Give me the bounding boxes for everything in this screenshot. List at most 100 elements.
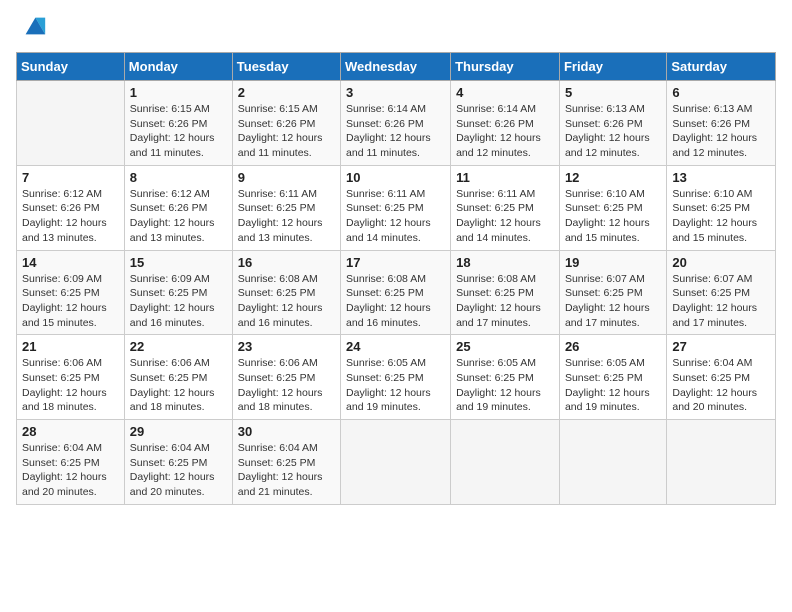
calendar-cell: 1 Sunrise: 6:15 AM Sunset: 6:26 PM Daylig… bbox=[124, 81, 232, 166]
calendar-cell: 10Sunrise: 6:11 AM Sunset: 6:25 PM Dayli… bbox=[341, 165, 451, 250]
day-info: Sunrise: 6:08 AM Sunset: 6:25 PM Dayligh… bbox=[346, 272, 445, 331]
day-info: Sunrise: 6:08 AM Sunset: 6:25 PM Dayligh… bbox=[456, 272, 554, 331]
day-number: 1 bbox=[130, 85, 227, 100]
calendar-cell: 24 Sunrise: 6:05 AM Sunset: 6:25 PM Dayli… bbox=[341, 335, 451, 420]
calendar-week-3: 14 Sunrise: 6:09 AM Sunset: 6:25 PM Dayli… bbox=[17, 250, 776, 335]
day-number: 29 bbox=[130, 424, 227, 439]
day-info: Sunrise: 6:08 AM Sunset: 6:25 PM Dayligh… bbox=[238, 272, 335, 331]
calendar-cell: 22 Sunrise: 6:06 AM Sunset: 6:25 PM Dayli… bbox=[124, 335, 232, 420]
day-info: Sunrise: 6:05 AM Sunset: 6:25 PM Dayligh… bbox=[456, 356, 554, 415]
calendar-cell: 15 Sunrise: 6:09 AM Sunset: 6:25 PM Dayli… bbox=[124, 250, 232, 335]
day-number: 4 bbox=[456, 85, 554, 100]
day-number: 3 bbox=[346, 85, 445, 100]
day-number: 24 bbox=[346, 339, 445, 354]
calendar-cell: 11 Sunrise: 6:11 AM Sunset: 6:25 PM Dayli… bbox=[451, 165, 560, 250]
day-info: Sunrise: 6:06 AM Sunset: 6:25 PM Dayligh… bbox=[22, 356, 119, 415]
day-number: 15 bbox=[130, 255, 227, 270]
day-info: Sunrise: 6:15 AM Sunset: 6:26 PM Dayligh… bbox=[130, 102, 227, 161]
day-number: 10 bbox=[346, 170, 445, 185]
calendar-cell: 5Sunrise: 6:13 AM Sunset: 6:26 PM Daylig… bbox=[559, 81, 666, 166]
header-monday: Monday bbox=[124, 53, 232, 81]
calendar-cell: 28Sunrise: 6:04 AM Sunset: 6:25 PM Dayli… bbox=[17, 420, 125, 505]
day-info: Sunrise: 6:10 AM Sunset: 6:25 PM Dayligh… bbox=[672, 187, 770, 246]
calendar-cell bbox=[341, 420, 451, 505]
day-number: 14 bbox=[22, 255, 119, 270]
day-info: Sunrise: 6:14 AM Sunset: 6:26 PM Dayligh… bbox=[346, 102, 445, 161]
logo bbox=[16, 16, 48, 40]
header-friday: Friday bbox=[559, 53, 666, 81]
day-number: 11 bbox=[456, 170, 554, 185]
calendar-cell: 30 Sunrise: 6:04 AM Sunset: 6:25 PM Dayli… bbox=[232, 420, 340, 505]
day-info: Sunrise: 6:07 AM Sunset: 6:25 PM Dayligh… bbox=[565, 272, 661, 331]
day-number: 9 bbox=[238, 170, 335, 185]
day-number: 7 bbox=[22, 170, 119, 185]
day-info: Sunrise: 6:11 AM Sunset: 6:25 PM Dayligh… bbox=[456, 187, 554, 246]
calendar-cell: 6 Sunrise: 6:13 AM Sunset: 6:26 PM Daylig… bbox=[667, 81, 776, 166]
day-number: 20 bbox=[672, 255, 770, 270]
calendar-cell: 18 Sunrise: 6:08 AM Sunset: 6:25 PM Dayli… bbox=[451, 250, 560, 335]
calendar-cell bbox=[17, 81, 125, 166]
day-number: 12 bbox=[565, 170, 661, 185]
day-info: Sunrise: 6:09 AM Sunset: 6:25 PM Dayligh… bbox=[22, 272, 119, 331]
day-number: 16 bbox=[238, 255, 335, 270]
calendar-cell: 9Sunrise: 6:11 AM Sunset: 6:25 PM Daylig… bbox=[232, 165, 340, 250]
calendar-header-row: SundayMondayTuesdayWednesdayThursdayFrid… bbox=[17, 53, 776, 81]
calendar-cell: 26Sunrise: 6:05 AM Sunset: 6:25 PM Dayli… bbox=[559, 335, 666, 420]
day-number: 22 bbox=[130, 339, 227, 354]
day-info: Sunrise: 6:13 AM Sunset: 6:26 PM Dayligh… bbox=[672, 102, 770, 161]
calendar-cell: 21Sunrise: 6:06 AM Sunset: 6:25 PM Dayli… bbox=[17, 335, 125, 420]
day-number: 19 bbox=[565, 255, 661, 270]
calendar-week-1: 1 Sunrise: 6:15 AM Sunset: 6:26 PM Daylig… bbox=[17, 81, 776, 166]
day-info: Sunrise: 6:04 AM Sunset: 6:25 PM Dayligh… bbox=[130, 441, 227, 500]
day-info: Sunrise: 6:04 AM Sunset: 6:25 PM Dayligh… bbox=[238, 441, 335, 500]
calendar-cell: 2 Sunrise: 6:15 AM Sunset: 6:26 PM Daylig… bbox=[232, 81, 340, 166]
day-info: Sunrise: 6:04 AM Sunset: 6:25 PM Dayligh… bbox=[672, 356, 770, 415]
page-header bbox=[16, 16, 776, 40]
day-number: 17 bbox=[346, 255, 445, 270]
day-info: Sunrise: 6:05 AM Sunset: 6:25 PM Dayligh… bbox=[346, 356, 445, 415]
calendar-cell: 13 Sunrise: 6:10 AM Sunset: 6:25 PM Dayli… bbox=[667, 165, 776, 250]
day-number: 18 bbox=[456, 255, 554, 270]
day-number: 2 bbox=[238, 85, 335, 100]
day-info: Sunrise: 6:12 AM Sunset: 6:26 PM Dayligh… bbox=[22, 187, 119, 246]
calendar-cell: 20 Sunrise: 6:07 AM Sunset: 6:25 PM Dayli… bbox=[667, 250, 776, 335]
calendar-cell: 27 Sunrise: 6:04 AM Sunset: 6:25 PM Dayli… bbox=[667, 335, 776, 420]
calendar-week-4: 21Sunrise: 6:06 AM Sunset: 6:25 PM Dayli… bbox=[17, 335, 776, 420]
calendar-week-5: 28 Sunrise: 6:04 AM Sunset: 6:25 PM Dayli… bbox=[17, 420, 776, 505]
day-info: Sunrise: 6:06 AM Sunset: 6:25 PM Dayligh… bbox=[238, 356, 335, 415]
day-info: Sunrise: 6:13 AM Sunset: 6:26 PM Dayligh… bbox=[565, 102, 661, 161]
header-saturday: Saturday bbox=[667, 53, 776, 81]
day-number: 6 bbox=[672, 85, 770, 100]
day-number: 27 bbox=[672, 339, 770, 354]
calendar-table: SundayMondayTuesdayWednesdayThursdayFrid… bbox=[16, 52, 776, 505]
day-info: Sunrise: 6:06 AM Sunset: 6:25 PM Dayligh… bbox=[130, 356, 227, 415]
day-number: 25 bbox=[456, 339, 554, 354]
day-number: 28 bbox=[22, 424, 119, 439]
day-info: Sunrise: 6:09 AM Sunset: 6:25 PM Dayligh… bbox=[130, 272, 227, 331]
calendar-cell: 7 Sunrise: 6:12 AM Sunset: 6:26 PM Daylig… bbox=[17, 165, 125, 250]
calendar-cell: 14 Sunrise: 6:09 AM Sunset: 6:25 PM Dayli… bbox=[17, 250, 125, 335]
day-number: 26 bbox=[565, 339, 661, 354]
calendar-cell: 8Sunrise: 6:12 AM Sunset: 6:26 PM Daylig… bbox=[124, 165, 232, 250]
calendar-cell: 29 Sunrise: 6:04 AM Sunset: 6:25 PM Dayli… bbox=[124, 420, 232, 505]
day-info: Sunrise: 6:10 AM Sunset: 6:25 PM Dayligh… bbox=[565, 187, 661, 246]
day-number: 30 bbox=[238, 424, 335, 439]
calendar-week-2: 7 Sunrise: 6:12 AM Sunset: 6:26 PM Daylig… bbox=[17, 165, 776, 250]
day-number: 23 bbox=[238, 339, 335, 354]
calendar-cell: 12 Sunrise: 6:10 AM Sunset: 6:25 PM Dayli… bbox=[559, 165, 666, 250]
day-info: Sunrise: 6:07 AM Sunset: 6:25 PM Dayligh… bbox=[672, 272, 770, 331]
calendar-cell: 25 Sunrise: 6:05 AM Sunset: 6:25 PM Dayli… bbox=[451, 335, 560, 420]
header-thursday: Thursday bbox=[451, 53, 560, 81]
calendar-cell: 17 Sunrise: 6:08 AM Sunset: 6:25 PM Dayli… bbox=[341, 250, 451, 335]
day-info: Sunrise: 6:12 AM Sunset: 6:26 PM Dayligh… bbox=[130, 187, 227, 246]
calendar-cell bbox=[451, 420, 560, 505]
day-info: Sunrise: 6:14 AM Sunset: 6:26 PM Dayligh… bbox=[456, 102, 554, 161]
calendar-cell: 3 Sunrise: 6:14 AM Sunset: 6:26 PM Daylig… bbox=[341, 81, 451, 166]
calendar-cell: 19 Sunrise: 6:07 AM Sunset: 6:25 PM Dayli… bbox=[559, 250, 666, 335]
day-info: Sunrise: 6:15 AM Sunset: 6:26 PM Dayligh… bbox=[238, 102, 335, 161]
header-wednesday: Wednesday bbox=[341, 53, 451, 81]
logo-icon bbox=[20, 12, 48, 40]
calendar-cell: 4 Sunrise: 6:14 AM Sunset: 6:26 PM Daylig… bbox=[451, 81, 560, 166]
day-number: 13 bbox=[672, 170, 770, 185]
header-tuesday: Tuesday bbox=[232, 53, 340, 81]
